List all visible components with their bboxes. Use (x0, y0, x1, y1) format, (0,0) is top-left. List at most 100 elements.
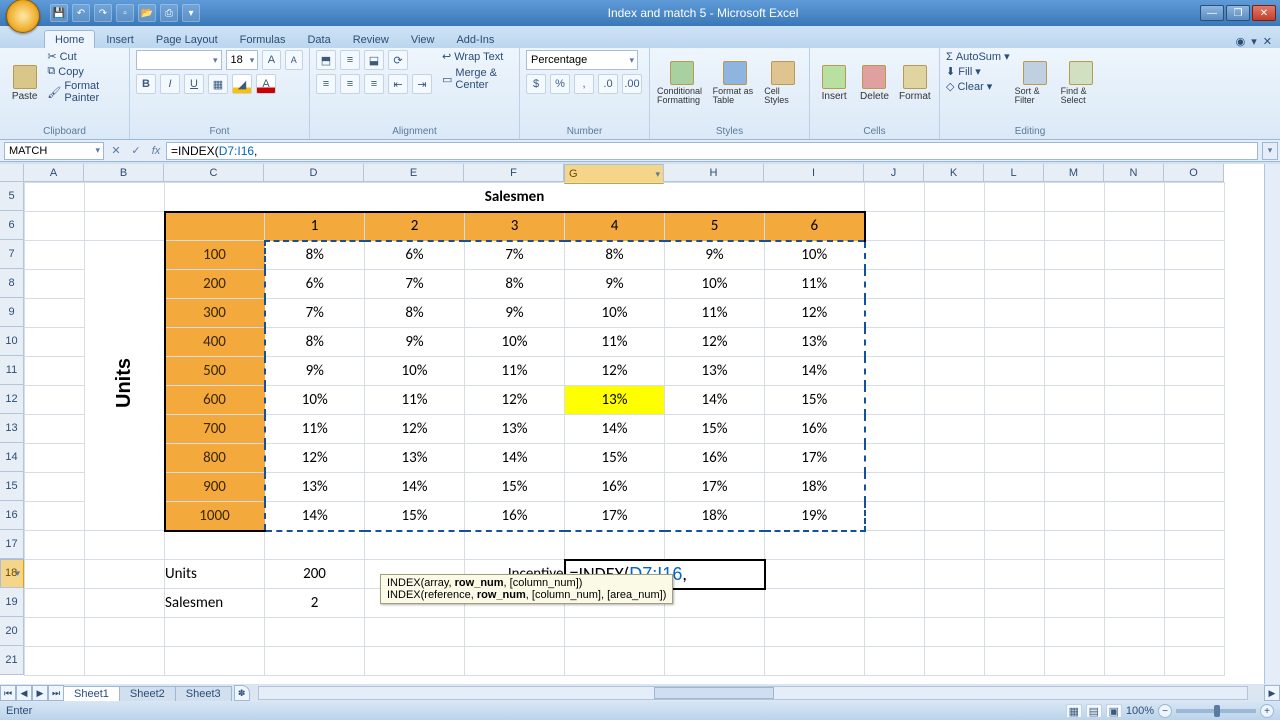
column-header-B[interactable]: B (84, 164, 164, 182)
view-layout-button[interactable]: ▤ (1086, 704, 1102, 718)
number-format-select[interactable]: Percentage (526, 50, 638, 70)
data-cell[interactable]: 11% (665, 299, 765, 328)
data-cell[interactable]: 10% (465, 328, 565, 357)
grow-font-button[interactable]: A (262, 50, 280, 70)
clear-button[interactable]: ◇Clear ▾ (946, 80, 1010, 93)
align-bottom-button[interactable]: ⬓ (364, 50, 384, 70)
row-header-11[interactable]: 11 (0, 356, 24, 385)
minimize-ribbon-icon[interactable]: ▾ (1251, 35, 1257, 48)
underline-button[interactable]: U (184, 74, 204, 94)
row-header-13[interactable]: 13 (0, 414, 24, 443)
worksheet-grid[interactable]: ABCDEFGHIJKLMNO 567891011121314151617181… (0, 164, 1280, 684)
data-cell[interactable]: 7% (465, 241, 565, 270)
column-header-I[interactable]: I (764, 164, 864, 182)
data-cell[interactable]: 9% (365, 328, 465, 357)
insert-cells-button[interactable]: Insert (816, 50, 852, 116)
italic-button[interactable]: I (160, 74, 180, 94)
row-header-19[interactable]: 19 (0, 588, 24, 617)
data-cell[interactable]: 16% (565, 473, 665, 502)
expand-formula-bar-button[interactable]: ▾ (1262, 142, 1278, 160)
find-select-button[interactable]: Find & Select (1060, 50, 1102, 116)
column-header-M[interactable]: M (1044, 164, 1104, 182)
data-cell[interactable]: 14% (765, 357, 865, 386)
select-all-button[interactable] (0, 164, 24, 182)
data-cell[interactable]: 12% (465, 386, 565, 415)
fill-button[interactable]: ⬇Fill ▾ (946, 65, 1010, 78)
column-header-G[interactable]: G (564, 164, 664, 184)
row-header-14[interactable]: 14 (0, 443, 24, 472)
sheet-tab-3[interactable]: Sheet3 (175, 686, 232, 701)
data-cell[interactable]: 15% (765, 386, 865, 415)
data-cell[interactable]: 14% (465, 444, 565, 473)
row-header-5[interactable]: 5 (0, 182, 24, 211)
data-cell[interactable]: 10% (365, 357, 465, 386)
data-cell[interactable]: 10% (265, 386, 365, 415)
data-cell[interactable]: 9% (565, 270, 665, 299)
vertical-scrollbar[interactable] (1264, 164, 1280, 684)
data-cell[interactable]: 13% (565, 386, 665, 415)
data-cell[interactable]: 13% (465, 415, 565, 444)
conditional-formatting-button[interactable]: Conditional Formatting (656, 50, 708, 116)
tab-formulas[interactable]: Formulas (229, 30, 297, 48)
minimize-button[interactable]: — (1200, 5, 1224, 21)
comma-button[interactable]: , (574, 74, 594, 94)
data-cell[interactable]: 12% (265, 444, 365, 473)
data-cell[interactable]: 13% (265, 473, 365, 502)
border-button[interactable]: ▦ (208, 74, 228, 94)
data-cell[interactable]: 8% (465, 270, 565, 299)
data-cell[interactable]: 12% (765, 299, 865, 328)
qat-more-icon[interactable]: ▾ (182, 4, 200, 22)
sheet-tab-2[interactable]: Sheet2 (119, 686, 176, 701)
column-header-C[interactable]: C (164, 164, 264, 182)
percent-button[interactable]: % (550, 74, 570, 94)
copy-button[interactable]: ⧉Copy (47, 65, 123, 78)
data-cell[interactable]: 11% (365, 386, 465, 415)
sort-filter-button[interactable]: Sort & Filter (1014, 50, 1056, 116)
formula-input[interactable]: =INDEX(D7:I16, (166, 142, 1258, 160)
data-cell[interactable]: 6% (265, 270, 365, 299)
view-normal-button[interactable]: ▦ (1066, 704, 1082, 718)
font-color-button[interactable]: A (256, 74, 276, 94)
column-header-J[interactable]: J (864, 164, 924, 182)
format-cells-button[interactable]: Format (897, 50, 933, 116)
data-cell[interactable]: 9% (465, 299, 565, 328)
delete-cells-button[interactable]: Delete (856, 50, 892, 116)
data-cell[interactable]: 13% (365, 444, 465, 473)
font-family-select[interactable] (136, 50, 222, 70)
qat-new-icon[interactable]: ▫ (116, 4, 134, 22)
data-cell[interactable]: 11% (465, 357, 565, 386)
data-cell[interactable]: 9% (665, 241, 765, 270)
qat-open-icon[interactable]: 📂 (138, 4, 156, 22)
autosum-button[interactable]: ΣAutoSum ▾ (946, 50, 1010, 63)
column-header-N[interactable]: N (1104, 164, 1164, 182)
data-cell[interactable]: 8% (265, 328, 365, 357)
sheet-tab-1[interactable]: Sheet1 (63, 686, 120, 701)
data-cell[interactable]: 10% (765, 241, 865, 270)
horizontal-scrollbar[interactable] (258, 686, 1248, 700)
row-header-8[interactable]: 8 (0, 269, 24, 298)
zoom-in-button[interactable]: + (1260, 704, 1274, 718)
align-middle-button[interactable]: ≡ (340, 50, 360, 70)
data-cell[interactable]: 16% (765, 415, 865, 444)
row-header-10[interactable]: 10 (0, 327, 24, 356)
increase-decimal-button[interactable]: .0 (598, 74, 618, 94)
close-workbook-icon[interactable]: ✕ (1263, 35, 1272, 48)
row-header-6[interactable]: 6 (0, 211, 24, 240)
fill-color-button[interactable]: ◢ (232, 74, 252, 94)
row-header-9[interactable]: 9 (0, 298, 24, 327)
help-icon[interactable]: ◉ (1236, 35, 1246, 48)
data-cell[interactable]: 10% (665, 270, 765, 299)
close-button[interactable]: ✕ (1252, 5, 1276, 21)
data-cell[interactable]: 7% (265, 299, 365, 328)
data-cell[interactable]: 8% (365, 299, 465, 328)
row-header-7[interactable]: 7 (0, 240, 24, 269)
currency-button[interactable]: $ (526, 74, 546, 94)
row-header-17[interactable]: 17 (0, 530, 24, 559)
data-cell[interactable]: 11% (265, 415, 365, 444)
data-cell[interactable]: 16% (665, 444, 765, 473)
data-cell[interactable]: 18% (665, 502, 765, 531)
first-sheet-button[interactable]: ⏮ (0, 685, 16, 701)
formula-tooltip[interactable]: INDEX(array, row_num, [column_num])INDEX… (380, 574, 673, 604)
merge-center-button[interactable]: ▭Merge & Center (442, 67, 513, 91)
data-cell[interactable]: 9% (265, 357, 365, 386)
